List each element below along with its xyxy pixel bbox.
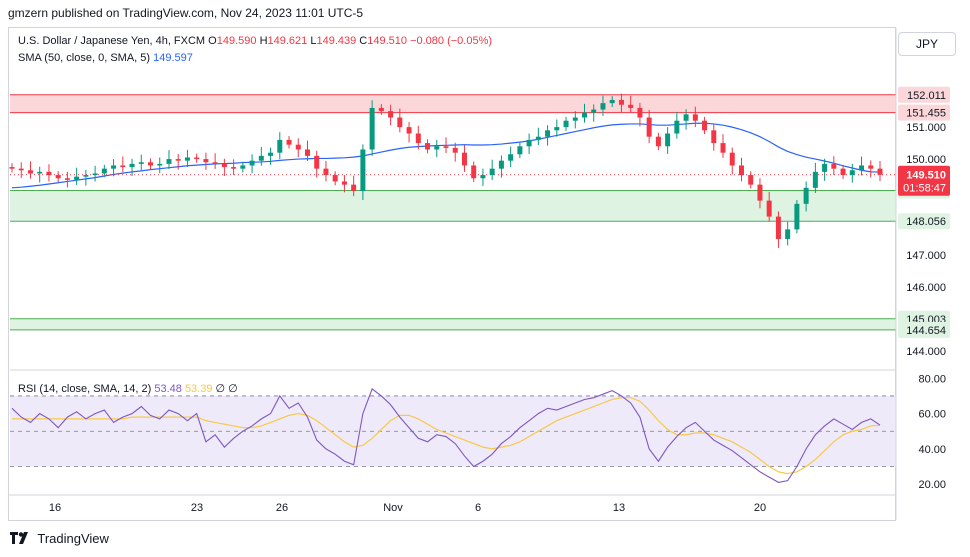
rsi-value: 53.48 <box>154 383 182 395</box>
price-tag-bg <box>898 321 950 338</box>
low-value: 149.439 <box>316 35 357 47</box>
rsi-tick-label: 20.00 <box>918 479 946 491</box>
chart-frame <box>8 27 896 521</box>
countdown-label: 01:58:47 <box>903 183 946 195</box>
price-tag-label: 144.654 <box>906 325 946 337</box>
price-tag-label: 151.455 <box>906 108 946 120</box>
symbol-title: U.S. Dollar / Japanese Yen, 4h, FXCM <box>18 35 206 47</box>
price-tick-label: 150.000 <box>906 154 946 166</box>
current-price-label: 149.510 <box>906 170 946 182</box>
price-tag-bg <box>898 213 950 230</box>
tradingview-logo-icon <box>10 532 30 547</box>
price-tag-bg <box>898 86 950 103</box>
open-value: 149.590 <box>216 35 257 47</box>
current-price-tag <box>898 165 950 196</box>
rsi-ma-value: 53.39 <box>184 383 213 395</box>
sma-value: 149.597 <box>153 52 193 64</box>
symbol-legend: U.S. Dollar / Japanese Yen, 4h, FXCM O14… <box>18 35 492 47</box>
footer: TradingView <box>10 531 109 547</box>
change-value: −0.080 (−0.05%) <box>410 35 493 47</box>
price-tick-label: 147.000 <box>906 250 946 262</box>
high-label: H <box>259 35 268 47</box>
rsi-tick-label: 40.00 <box>918 444 946 456</box>
price-tag-label: 152.011 <box>907 90 946 102</box>
price-tick-label: 151.000 <box>906 122 946 134</box>
rsi-tick-label: 60.00 <box>918 409 946 421</box>
open-label: O <box>208 35 217 47</box>
rsi-legend: RSI (14, close, SMA, 14, 2) 53.48 53.39 … <box>18 382 238 395</box>
price-tick-label: 149.000 <box>906 186 946 198</box>
price-tag-bg <box>898 104 950 121</box>
price-tick-label: 144.000 <box>906 346 946 358</box>
sma-legend: SMA (50, close, 0, SMA, 5) 149.597 <box>18 52 193 64</box>
price-tick-label: 146.000 <box>906 282 946 294</box>
close-value: 149.510 <box>367 35 408 47</box>
high-value: 149.621 <box>267 35 308 47</box>
price-tag-bg <box>898 310 950 327</box>
publisher-line: gmzern published on TradingView.com, Nov… <box>8 6 364 20</box>
footer-brand: TradingView <box>37 531 109 546</box>
price-tag-bg <box>898 182 950 199</box>
sma-label: SMA (50, close, 0, SMA, 5) <box>18 52 151 64</box>
currency-button[interactable]: JPY <box>898 32 956 56</box>
price-tag-label: 149.016 <box>906 186 946 198</box>
price-tag-label: 145.003 <box>906 314 946 326</box>
rsi-tick-label: 80.00 <box>918 373 946 385</box>
rsi-label: RSI (14, close, SMA, 14, 2) <box>18 383 152 395</box>
price-tag-label: 148.056 <box>906 216 946 228</box>
rsi-extra: ∅ ∅ <box>215 383 238 395</box>
